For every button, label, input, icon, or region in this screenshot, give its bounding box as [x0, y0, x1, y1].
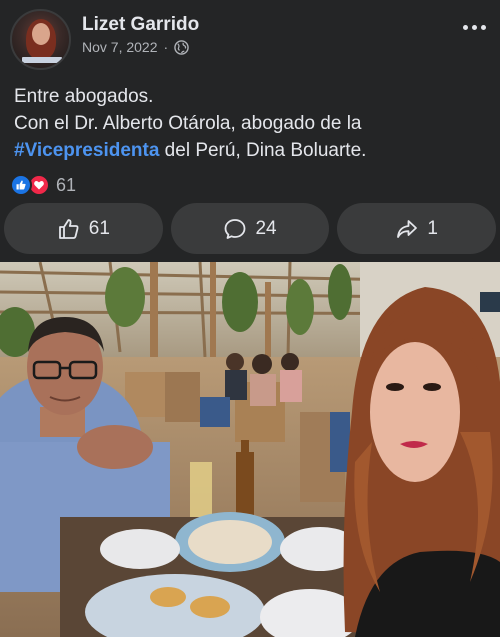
avatar-tag	[22, 57, 62, 63]
hashtag-link[interactable]: #Vicepresidenta	[14, 140, 159, 161]
post-header: Lizet Garrido Nov 7, 2022 ·	[0, 0, 500, 74]
globe-icon	[174, 39, 189, 55]
comment-icon	[225, 218, 246, 239]
author-avatar[interactable]	[10, 9, 71, 70]
post-photo-image	[0, 262, 500, 637]
post-text-line2: Con el Dr. Alberto Otárola, abogado de l…	[14, 113, 362, 134]
author-name[interactable]: Lizet Garrido	[82, 14, 199, 36]
reaction-count: 61	[56, 174, 77, 195]
reaction-summary[interactable]: 61	[10, 172, 76, 198]
like-count: 61	[88, 217, 110, 239]
post-text-line1: Entre abogados.	[14, 86, 154, 107]
meta-separator: ·	[163, 39, 169, 55]
post-meta: Nov 7, 2022 ·	[82, 39, 189, 55]
avatar-face	[32, 23, 50, 45]
action-bar: 61 24 1	[4, 203, 497, 254]
share-button[interactable]: 1	[337, 203, 497, 254]
like-reaction-icon	[10, 174, 32, 196]
post-date[interactable]: Nov 7, 2022	[82, 39, 158, 55]
share-arrow-icon	[397, 219, 418, 238]
post-text-line3: #Vicepresidenta del Perú, Dina Boluarte.	[14, 137, 489, 164]
post-text: Entre abogados. Con el Dr. Alberto Otáro…	[14, 83, 489, 164]
post-photo[interactable]	[0, 262, 500, 637]
post-text-line3-rest: del Perú, Dina Boluarte.	[159, 140, 367, 161]
thumbs-up-icon	[58, 218, 79, 239]
comment-count: 24	[255, 217, 277, 239]
like-button[interactable]: 61	[4, 203, 163, 254]
comment-button[interactable]: 24	[170, 203, 330, 254]
more-icon[interactable]	[460, 17, 488, 37]
share-count: 1	[427, 217, 438, 239]
